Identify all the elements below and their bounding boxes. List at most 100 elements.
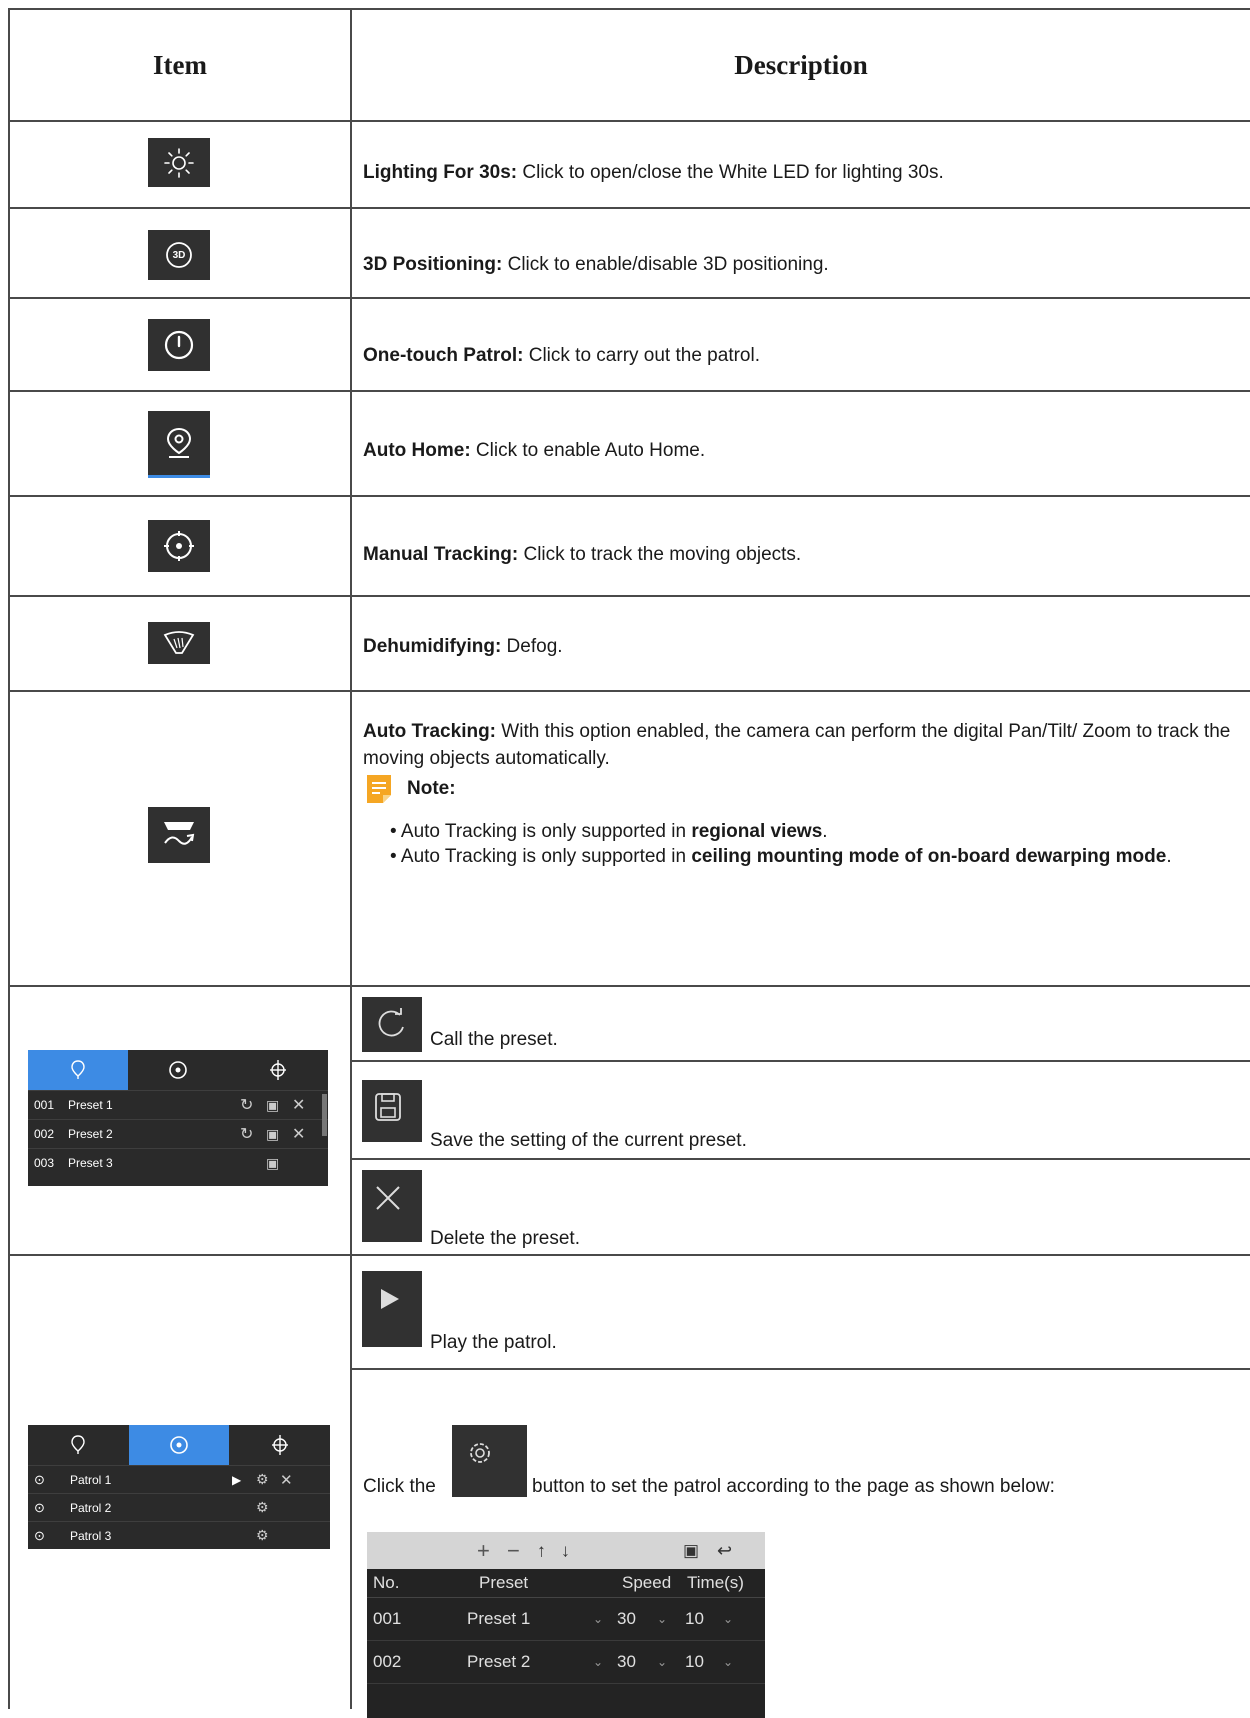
patrol-item-icon: ⊙ [34,1499,45,1515]
bullet-bold: ceiling mounting mode of on-board dewarp… [691,846,1167,867]
header-no: No. [373,1573,400,1592]
auto-home-description: Auto Home: Click to enable Auto Home. [363,438,1233,463]
one-touch-patrol-button[interactable] [148,319,210,371]
row-speed[interactable]: 30 [617,1652,636,1672]
row-divider [8,690,1250,692]
gear-icon[interactable]: ⚙ [256,1471,269,1488]
row-preset[interactable]: Preset 2 [467,1652,530,1672]
close-icon[interactable]: ✕ [292,1095,305,1115]
location-pin-icon [71,1060,85,1079]
column-header-description: Description [734,50,868,80]
list-item[interactable]: ⊙ Patrol 3 ⚙ [28,1521,330,1549]
save-icon[interactable]: ▣ [683,1541,699,1561]
move-up-icon[interactable]: ↑ [537,1540,546,1561]
row-speed[interactable]: 30 [617,1609,636,1629]
auto-home-button[interactable] [148,411,210,478]
chevron-down-icon[interactable]: ⌄ [723,1655,733,1669]
row-divider [8,1254,1250,1256]
patrol-settings-button[interactable] [452,1425,527,1497]
close-icon[interactable]: ✕ [292,1124,305,1144]
row-divider [8,297,1250,299]
gear-icon[interactable]: ⚙ [256,1499,269,1516]
gear-icon[interactable]: ⚙ [256,1527,269,1544]
play-patrol-button[interactable] [362,1271,422,1347]
play-icon[interactable]: ▶ [232,1473,241,1487]
3d-icon-text: 3D [172,249,186,261]
dehumidifying-button[interactable] [148,622,210,664]
gear-icon [470,1443,490,1463]
bullet-text: Auto Tracking is only supported in [400,821,692,842]
tab-preset[interactable] [28,1425,129,1465]
lighting-text: Click to open/close the White LED for li… [517,162,944,183]
refresh-icon [378,1008,404,1037]
save-icon[interactable]: ▣ [266,1155,279,1172]
back-icon[interactable]: ↩ [717,1540,732,1561]
dehumidifying-description: Dehumidifying: Defog. [363,634,1233,659]
preset-name: Preset 3 [68,1156,113,1170]
delete-preset-button[interactable] [362,1170,422,1242]
call-preset-icon[interactable]: ↻ [240,1095,253,1115]
auto-tracking-label: Auto Tracking: [363,721,497,742]
patrol-panel: ⊙ Patrol 1 ▶ ⚙ ✕ ⊙ Patrol 2 ⚙ ⊙ Patrol 3… [28,1425,330,1549]
row-preset[interactable]: Preset 1 [467,1609,530,1629]
list-item[interactable]: 001 Preset 1 ↻ ▣ ✕ [28,1090,328,1119]
row-no: 002 [373,1652,402,1671]
3d-positioning-label: 3D Positioning: [363,254,503,275]
save-icon[interactable]: ▣ [266,1126,279,1143]
list-item[interactable]: ⊙ Patrol 1 ▶ ⚙ ✕ [28,1465,330,1493]
chevron-down-icon[interactable]: ⌄ [593,1655,603,1669]
lighting-button[interactable] [148,138,210,187]
note-title: Note: [407,778,456,799]
chevron-down-icon[interactable]: ⌄ [593,1612,603,1626]
add-icon[interactable]: + [477,1538,490,1564]
tab-pattern[interactable] [229,1425,330,1465]
play-patrol-text: Play the patrol. [430,1332,557,1353]
patrol-label: One-touch Patrol: [363,345,524,366]
note-icon [365,773,393,805]
call-preset-button[interactable] [362,997,422,1052]
close-icon[interactable]: ✕ [280,1471,293,1489]
note-bullets: • Auto Tracking is only supported in reg… [390,820,1230,868]
move-down-icon[interactable]: ↓ [561,1540,570,1561]
row-time[interactable]: 10 [685,1609,704,1629]
auto-tracking-description: Auto Tracking: With this option enabled,… [363,718,1243,772]
location-pin-icon [166,427,192,458]
row-time[interactable]: 10 [685,1652,704,1672]
dehumidifying-text: Defog. [501,636,563,657]
patrol-table-toolbar: + − ↑ ↓ ▣ ↩ [367,1532,765,1569]
patrol-name: Patrol 3 [70,1528,112,1543]
3d-positioning-button[interactable]: 3D [148,230,210,280]
sub-row-divider [350,1368,1250,1370]
patrol-settings-table: + − ↑ ↓ ▣ ↩ No. Preset Speed Time(s) 001… [367,1532,765,1718]
table-row: 002 Preset 2 ⌄ 30 ⌄ 10 ⌄ [367,1641,765,1684]
tab-patrol[interactable] [128,1425,230,1465]
sub-row-divider [350,1158,1250,1160]
preset-panel-tabs [28,1050,328,1090]
manual-tracking-button[interactable] [148,520,210,572]
row-divider [8,595,1250,597]
preset-name: Preset 1 [68,1098,113,1112]
row-divider [8,120,1250,122]
save-icon[interactable]: ▣ [266,1097,279,1114]
list-item[interactable]: 003 Preset 3 ▣ [28,1148,328,1177]
sun-icon [164,147,194,178]
list-item[interactable]: ⊙ Patrol 2 ⚙ [28,1493,330,1521]
table-border-left [8,8,10,1709]
manual-tracking-description: Manual Tracking: Click to track the movi… [363,542,1233,567]
chevron-down-icon[interactable]: ⌄ [723,1612,733,1626]
call-preset-icon[interactable]: ↻ [240,1124,253,1144]
manual-tracking-text: Click to track the moving objects. [518,544,802,565]
tab-pattern[interactable] [228,1050,328,1090]
location-pin-icon [71,1435,86,1454]
row-divider [8,985,1250,987]
list-item[interactable]: 002 Preset 2 ↻ ▣ ✕ [28,1119,328,1148]
tab-preset[interactable] [28,1050,128,1090]
chevron-down-icon[interactable]: ⌄ [657,1655,667,1669]
tab-patrol[interactable] [128,1050,228,1090]
scrollbar[interactable] [322,1094,327,1136]
save-preset-button[interactable] [362,1080,422,1142]
remove-icon[interactable]: − [507,1538,520,1564]
one-touch-patrol-description: One-touch Patrol: Click to carry out the… [363,343,1233,368]
auto-tracking-button[interactable] [148,807,210,863]
chevron-down-icon[interactable]: ⌄ [657,1612,667,1626]
